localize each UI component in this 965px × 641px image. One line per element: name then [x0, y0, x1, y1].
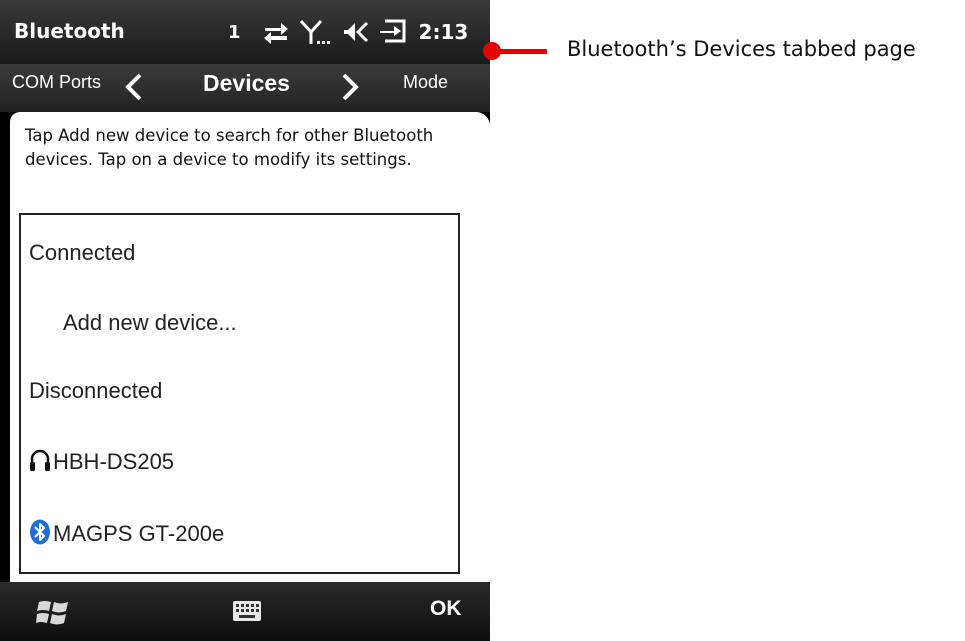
callout-label: Bluetooth’s Devices tabbed page [567, 37, 916, 61]
connected-header: Connected [29, 240, 136, 265]
disconnected-header: Disconnected [29, 378, 163, 403]
tab-mode[interactable]: Mode [403, 72, 448, 93]
tab-com-ports[interactable]: COM Ports [12, 72, 101, 93]
tab-bar: COM Ports Devices Mode [0, 64, 490, 112]
antenna-icon [299, 19, 333, 45]
headset-icon [29, 449, 51, 479]
soft-key-bar: OK [0, 582, 490, 641]
charging-icon [379, 19, 407, 45]
status-bar: Bluetooth 1 2:13 [0, 0, 490, 64]
instructions-text: Tap Add new device to search for other B… [25, 126, 434, 169]
chevron-left-icon[interactable] [122, 72, 144, 106]
chevron-right-icon[interactable] [340, 72, 362, 106]
callout-dot [483, 42, 501, 60]
speaker-icon [343, 20, 369, 44]
device-name: HBH-DS205 [53, 449, 175, 474]
clock: 2:13 [418, 20, 469, 44]
keyboard-icon[interactable] [232, 600, 262, 626]
ok-button[interactable]: OK [430, 597, 462, 621]
device-name: MAGPS GT-200e [53, 521, 225, 546]
device-screen: Bluetooth 1 2:13 COM Ports Devices Mode … [0, 0, 490, 641]
callout-line [493, 49, 547, 54]
add-new-device-item[interactable]: Add new device... [63, 310, 237, 336]
list-item[interactable]: HBH-DS205 [29, 449, 174, 479]
content-panel: Tap Add new device to search for other B… [10, 112, 490, 582]
app-title: Bluetooth [14, 19, 125, 43]
bluetooth-icon [29, 519, 51, 551]
data-transfer-icon [263, 20, 289, 44]
tab-devices[interactable]: Devices [203, 70, 290, 97]
signal-number: 1 [228, 21, 241, 43]
status-icons: 1 2:13 [228, 14, 468, 50]
device-list: Connected Add new device... Disconnected… [19, 213, 460, 574]
list-item[interactable]: MAGPS GT-200e [29, 519, 224, 551]
windows-logo-icon[interactable] [36, 598, 70, 630]
